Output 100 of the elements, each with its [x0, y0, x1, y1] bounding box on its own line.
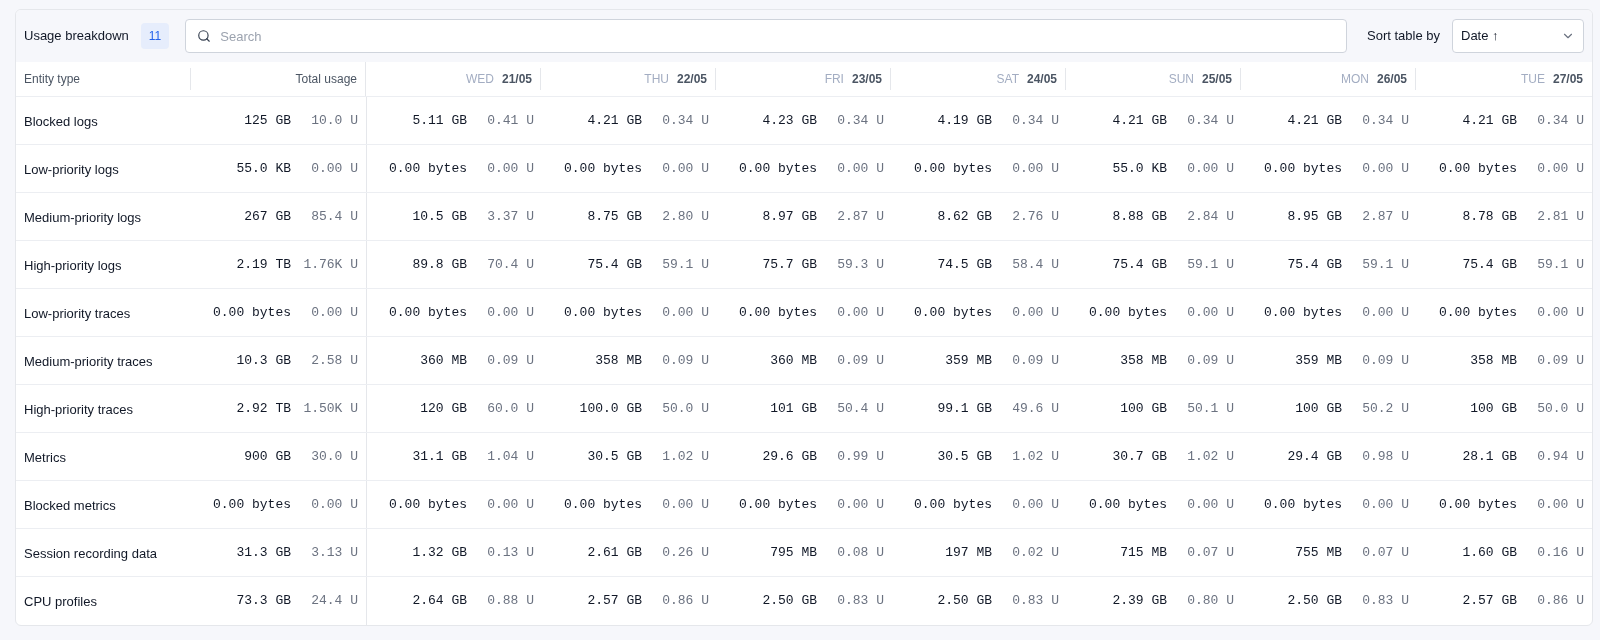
units-cell-text: 0.98 U [1361, 447, 1410, 466]
size-cell-text: 120 GB [419, 399, 467, 418]
units-cell-text: 0.00 U [661, 159, 710, 178]
size-cell-text: 358 MB [594, 351, 642, 370]
size-cell-text: 2.92 TB [235, 399, 291, 418]
units-cell-text: 0.07 U [1361, 543, 1410, 562]
size-cell-text: 358 MB [1119, 351, 1167, 370]
units-cell-text: 1.02 U [1011, 447, 1060, 466]
units-cell-text: 0.09 U [1011, 351, 1060, 370]
units-cell-text: 59.1 U [1186, 255, 1235, 274]
size-cell-text: 0.00 bytes [388, 159, 467, 178]
column-header: Entity type [24, 71, 81, 88]
size-cell-text: 73.3 GB [235, 592, 291, 611]
size-cell-text: 31.3 GB [235, 543, 291, 562]
units-cell-text: 0.99 U [836, 447, 885, 466]
weekday-label: WED [465, 71, 494, 88]
size-cell-text: 267 GB [243, 207, 291, 226]
units-cell-text: 2.84 U [1186, 207, 1235, 226]
units-cell-text: 0.00 U [1186, 303, 1235, 322]
units-cell-text: 0.16 U [1536, 543, 1585, 562]
units-cell-text: 0.00 U [836, 495, 885, 514]
units-cell-text: 0.83 U [836, 592, 885, 611]
search-field[interactable]: Search [185, 19, 1347, 53]
size-cell-text: 75.4 GB [1111, 255, 1167, 274]
units-cell-text: 0.09 U [836, 351, 885, 370]
units-cell-text: 0.41 U [486, 111, 535, 130]
units-cell-text: 50.4 U [836, 399, 885, 418]
units-cell-text: 1.50K U [302, 399, 359, 418]
units-cell-text: 0.13 U [486, 543, 535, 562]
units-cell-text: 0.02 U [1011, 543, 1060, 562]
units-cell-text: 0.00 U [661, 495, 710, 514]
size-cell-text: 197 MB [944, 543, 992, 562]
units-cell-text: 3.13 U [310, 543, 359, 562]
units-cell-text: 60.0 U [486, 399, 535, 418]
units-cell-text: 50.0 U [1536, 399, 1585, 418]
size-cell-text: 8.62 GB [936, 207, 992, 226]
sort-label: Sort table by [1367, 27, 1440, 46]
units-cell-text: 0.83 U [1011, 592, 1060, 611]
units-cell-text: 0.00 U [1186, 495, 1235, 514]
units-cell-text: 0.00 U [310, 303, 359, 322]
units-cell-text: 0.83 U [1361, 592, 1410, 611]
entity-name: Session recording data [24, 545, 157, 561]
size-cell-text: 8.88 GB [1111, 207, 1167, 226]
units-cell-text: 0.34 U [1011, 111, 1060, 130]
size-cell-text: 10.5 GB [411, 207, 467, 226]
size-cell-text: 2.61 GB [586, 543, 642, 562]
size-cell-text: 30.7 GB [1111, 447, 1167, 466]
size-cell-text: 55.0 KB [235, 159, 291, 178]
size-cell-text: 0.00 bytes [212, 495, 291, 514]
size-cell-text: 4.21 GB [1461, 111, 1517, 130]
size-cell-text: 100 GB [1469, 399, 1517, 418]
size-cell-text: 0.00 bytes [563, 495, 642, 514]
size-cell-text: 360 MB [769, 351, 817, 370]
units-cell-text: 30.0 U [310, 447, 359, 466]
sort-dropdown[interactable]: Date ↑ [1452, 19, 1584, 53]
size-cell-text: 0.00 bytes [1088, 303, 1167, 322]
size-cell-text: 360 MB [419, 351, 467, 370]
date-label: 27/05 [1552, 71, 1583, 88]
size-cell-text: 31.1 GB [411, 447, 467, 466]
size-cell-text: 795 MB [769, 543, 817, 562]
units-cell-text: 10.0 U [310, 111, 359, 130]
weekday-label: SUN [1168, 71, 1194, 88]
entity-name: Low-priority logs [24, 161, 119, 177]
units-cell-text: 0.94 U [1536, 447, 1585, 466]
units-cell-text: 0.34 U [836, 111, 885, 130]
date-label: 25/05 [1201, 71, 1232, 88]
units-cell-text: 2.80 U [661, 207, 710, 226]
units-cell-text: 0.09 U [661, 351, 710, 370]
size-cell-text: 359 MB [944, 351, 992, 370]
units-cell-text: 1.02 U [661, 447, 710, 466]
units-cell-text: 59.3 U [836, 255, 885, 274]
size-cell-text: 0.00 bytes [913, 495, 992, 514]
size-cell-text: 2.19 TB [235, 255, 291, 274]
size-cell-text: 4.23 GB [761, 111, 817, 130]
size-cell-text: 0.00 bytes [1263, 303, 1342, 322]
units-cell-text: 0.00 U [661, 303, 710, 322]
units-cell-text: 2.81 U [1536, 207, 1585, 226]
size-cell-text: 0.00 bytes [563, 159, 642, 178]
size-cell-text: 715 MB [1119, 543, 1167, 562]
size-cell-text: 0.00 bytes [563, 303, 642, 322]
search-icon [197, 29, 212, 43]
size-cell-text: 0.00 bytes [738, 159, 817, 178]
size-cell-text: 0.00 bytes [1088, 495, 1167, 514]
units-cell-text: 24.4 U [310, 592, 359, 611]
weekday-label: TUE [1520, 71, 1545, 88]
size-cell-text: 8.75 GB [586, 207, 642, 226]
size-cell-text: 2.57 GB [586, 592, 642, 611]
units-cell-text: 1.04 U [486, 447, 535, 466]
size-cell-text: 2.64 GB [411, 592, 467, 611]
size-cell-text: 75.4 GB [1286, 255, 1342, 274]
size-cell-text: 4.19 GB [936, 111, 992, 130]
size-cell-text: 0.00 bytes [913, 303, 992, 322]
size-cell-text: 4.21 GB [1111, 111, 1167, 130]
units-cell-text: 0.00 U [1186, 159, 1235, 178]
size-cell-text: 55.0 KB [1111, 159, 1167, 178]
size-cell-text: 0.00 bytes [1438, 303, 1517, 322]
size-cell-text: 358 MB [1469, 351, 1517, 370]
units-cell-text: 0.09 U [1536, 351, 1585, 370]
size-cell-text: 4.21 GB [1286, 111, 1342, 130]
entity-name: Metrics [24, 449, 66, 465]
